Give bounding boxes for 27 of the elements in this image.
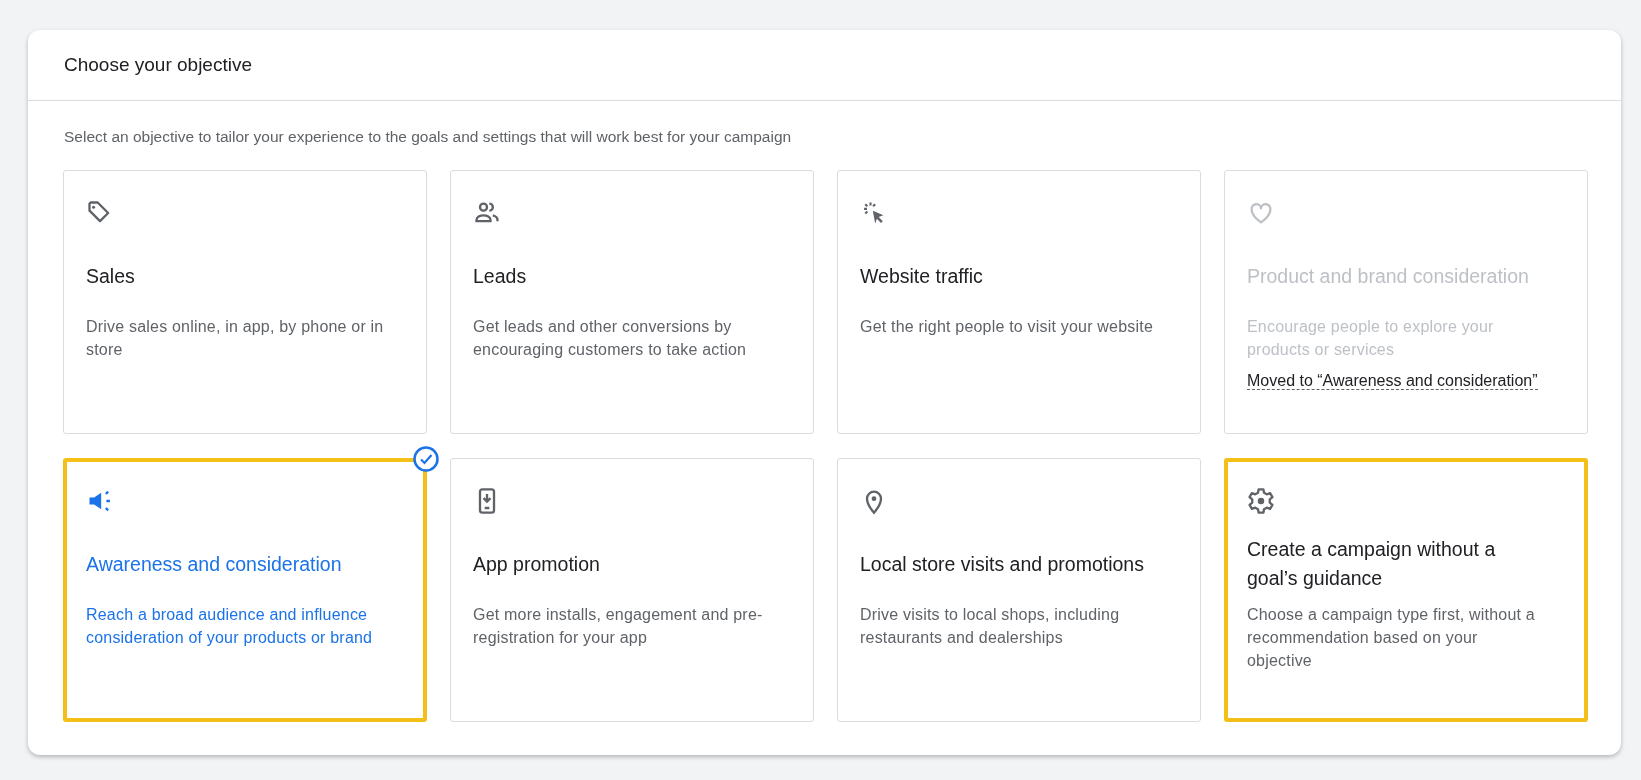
objective-title: Create a campaign without a goal’s guidance (1247, 537, 1497, 591)
panel-title: Choose your objective (64, 54, 252, 76)
check-circle-icon (413, 446, 439, 472)
objective-title: Leads (473, 263, 527, 289)
objective-description: Choose a campaign type first, without a recommendation based on your objective (1247, 605, 1536, 671)
settings-icon (1247, 487, 1275, 515)
objective-card[interactable]: Local store visits and promotions Drive visits to local shops, including restaurants and dealerships (837, 458, 1201, 722)
objective-description: Drive visits to local shops, including restaurants and dealerships (860, 605, 1121, 648)
objective-title: Product and brand consideration (1247, 263, 1529, 289)
objective-title: Local store visits and promotions (860, 551, 1144, 577)
objective-card[interactable]: Sales Drive sales online, in app, by phone or in store (63, 170, 427, 434)
objective-card[interactable]: Create a campaign without a goal’s guidance Choose a campaign type first, without a recommendation based on your objective (1224, 458, 1588, 722)
objective-description: Get leads and other conversions by encouraging customers to take action (473, 317, 748, 360)
objective-title: Website traffic (860, 263, 983, 289)
objective-card[interactable]: Awareness and consideration Reach a broad audience and influence consideration of your products or brand (63, 458, 427, 722)
objective-description: Reach a broad audience and influence consideration of your products or brand (86, 605, 374, 648)
objective-description: Drive sales online, in app, by phone or in store (86, 317, 385, 360)
objective-card[interactable]: Leads Get leads and other conversions by encouraging customers to take action (450, 170, 814, 434)
objective-card[interactable]: App promotion Get more installs, engagement and pre-registration for your app (450, 458, 814, 722)
objective-title: Sales (86, 263, 135, 289)
objective-description: Encourage people to explore your products or services (1247, 317, 1495, 360)
panel-subtitle: Select an objective to tailor your experience to the goals and settings that will work best for your campaign (64, 128, 793, 146)
objective-title: Awareness and consideration (86, 551, 342, 577)
objective-card[interactable]: Website traffic Get the right people to visit your website (837, 170, 1201, 434)
objective-title: App promotion (473, 551, 600, 577)
objective-description: Get the right people to visit your website (860, 317, 1154, 337)
objective-description: Get more installs, engagement and pre-registration for your app (473, 605, 764, 648)
